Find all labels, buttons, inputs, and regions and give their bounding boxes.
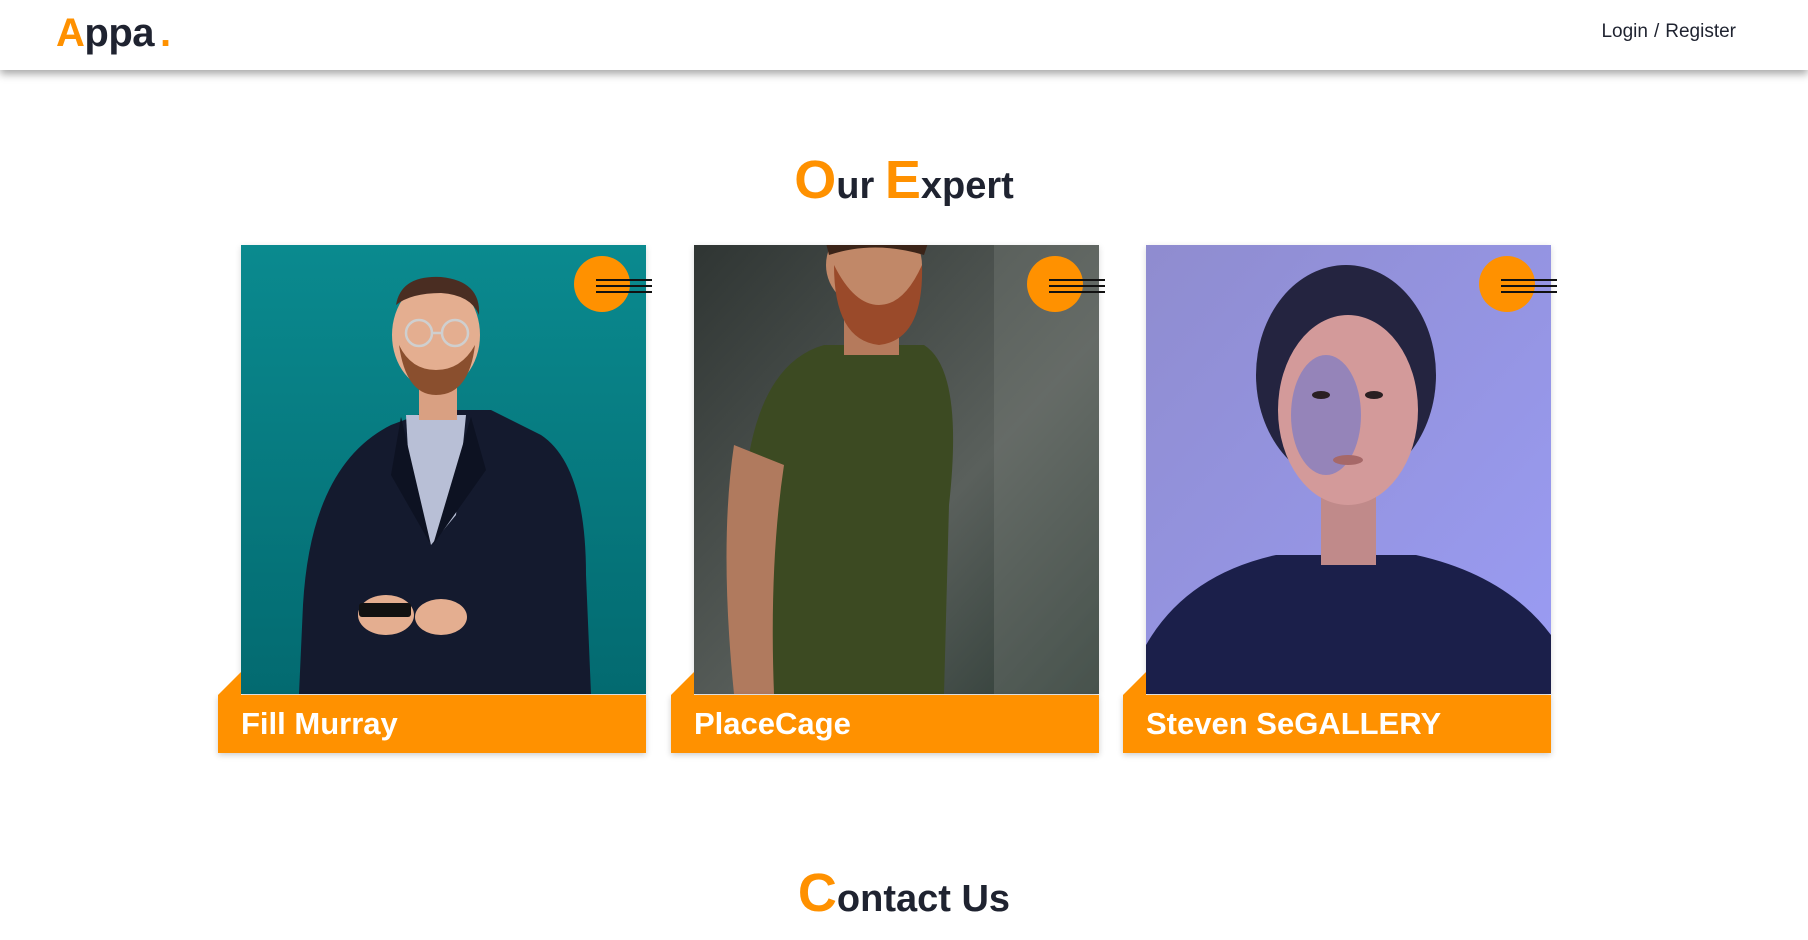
expert-photo-steven-segallery xyxy=(1146,245,1551,694)
expert-card: PlaceCage xyxy=(671,245,1105,753)
expert-name: Fill Murray xyxy=(241,706,398,741)
woman-portrait-photo xyxy=(1146,245,1551,694)
expert-card: Fill Murray xyxy=(218,245,652,753)
bearded-man-photo xyxy=(694,245,1099,694)
expert-name-bar: Fill Murray xyxy=(218,672,646,753)
logo-text: ppa xyxy=(84,11,155,55)
expert-name: Steven SeGALLERY xyxy=(1146,706,1442,741)
expert-name-bar: PlaceCage xyxy=(671,672,1099,753)
auth-separator: / xyxy=(1653,21,1660,42)
logo-first-letter: A xyxy=(56,11,85,55)
card-menu-button[interactable] xyxy=(574,256,652,312)
title-initial-c: C xyxy=(797,863,837,923)
title-part-ur: ur xyxy=(836,165,885,207)
expert-photo-placecage xyxy=(694,245,1099,694)
expert-name: PlaceCage xyxy=(694,706,851,741)
expert-photo-fill-murray xyxy=(241,245,646,694)
title-part-xpert: xpert xyxy=(920,165,1014,207)
auth-links: Login / Register xyxy=(1601,19,1736,45)
expert-name-bar: Steven SeGALLERY xyxy=(1123,672,1551,753)
title-initial-o: O xyxy=(794,150,837,210)
brand-logo[interactable]: Appa. xyxy=(56,10,171,56)
title-initial-e: E xyxy=(884,150,921,210)
card-menu-button[interactable] xyxy=(1479,256,1557,312)
login-link[interactable]: Login xyxy=(1601,21,1648,42)
expert-card: Steven SeGALLERY xyxy=(1123,245,1557,753)
contact-section-title: Contact Us xyxy=(0,863,1808,929)
hamburger-icon xyxy=(1049,279,1105,293)
hamburger-icon xyxy=(596,279,652,293)
logo-dot: . xyxy=(160,11,171,55)
card-menu-button[interactable] xyxy=(1027,256,1105,312)
navbar: Appa. Login / Register xyxy=(0,0,1808,70)
title-part-ontact-us: ontact Us xyxy=(836,878,1011,920)
hamburger-icon xyxy=(1501,279,1557,293)
man-in-suit-photo xyxy=(241,245,646,694)
experts-section-title: Our Expert xyxy=(0,150,1808,216)
register-link[interactable]: Register xyxy=(1665,21,1736,42)
